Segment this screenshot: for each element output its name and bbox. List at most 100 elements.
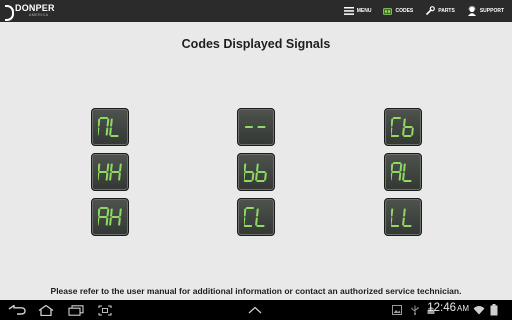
- recent-apps-button[interactable]: [68, 300, 84, 320]
- segment-digit: [402, 208, 412, 227]
- code-tile[interactable]: AH: [91, 198, 129, 236]
- segment: [391, 171, 400, 173]
- segment: [98, 118, 101, 127]
- segment: [98, 172, 100, 181]
- segment: [98, 163, 101, 172]
- notification-usb[interactable]: [410, 300, 420, 320]
- segment: [244, 180, 253, 182]
- nav-codes-button[interactable]: CODES: [377, 0, 419, 22]
- code-tile[interactable]: bb: [237, 153, 275, 191]
- segment: [98, 171, 107, 173]
- segment: [109, 172, 112, 181]
- page-title: Codes Displayed Signals: [181, 37, 331, 51]
- screenshot-icon: [98, 304, 112, 316]
- logo-mark-icon: [5, 5, 14, 21]
- segment: [244, 217, 246, 226]
- nav-menu-button[interactable]: MENU: [338, 0, 378, 22]
- segment: [404, 126, 413, 128]
- clock[interactable]: 12:46AM: [427, 302, 469, 314]
- code-display: [98, 207, 122, 226]
- code-display: [391, 117, 414, 137]
- code-tile[interactable]: CL: [237, 198, 275, 236]
- nav-support-button[interactable]: SUPPORT: [461, 0, 510, 22]
- battery-icon: [490, 304, 498, 316]
- code-tile[interactable]: NL: [91, 108, 129, 146]
- segment: [105, 172, 109, 181]
- segment: [99, 117, 108, 119]
- segment: [256, 225, 265, 227]
- logo-subtitle: AMERICA: [29, 13, 49, 18]
- code-tile[interactable]: HH: [91, 153, 129, 191]
- battery-status[interactable]: [490, 300, 498, 320]
- segment: [118, 172, 121, 181]
- nav-menu-label: MENU: [356, 8, 372, 14]
- code-display: [98, 163, 122, 181]
- clock-time: 12:46: [427, 302, 456, 314]
- segment: [398, 172, 402, 181]
- codes-icon: [383, 7, 393, 15]
- segment: [391, 225, 400, 227]
- segment-digit: [391, 208, 400, 227]
- recent-apps-icon: [68, 304, 84, 316]
- code-tile[interactable]: --: [237, 108, 275, 146]
- segment: [106, 163, 110, 172]
- home-button[interactable]: [38, 300, 54, 320]
- code-display: [244, 163, 267, 182]
- system-nav-bar: 12:46AM: [0, 300, 512, 320]
- segment: [98, 208, 101, 217]
- wrench-icon: [426, 6, 436, 16]
- donper-logo[interactable]: DONPER AMERICA: [5, 4, 55, 21]
- segment: [403, 225, 412, 227]
- segment: [106, 118, 110, 127]
- nav-codes-label: CODES: [395, 8, 414, 14]
- segment: [109, 217, 112, 226]
- segment: [392, 117, 401, 119]
- segment: [110, 208, 113, 217]
- segment: [402, 127, 405, 136]
- nav-parts-label: PARTS: [438, 8, 455, 14]
- wifi-icon: [473, 306, 485, 315]
- segment: [119, 208, 122, 217]
- nav-parts-button[interactable]: PARTS: [419, 0, 461, 22]
- segment: [391, 217, 393, 226]
- segment: [257, 171, 266, 173]
- segment: [391, 163, 394, 172]
- segment: [391, 208, 394, 217]
- segment: [255, 217, 258, 226]
- segment: [402, 172, 405, 181]
- segment: [244, 208, 247, 217]
- segment: [244, 126, 253, 128]
- code-tile[interactable]: AL: [384, 153, 422, 191]
- code-tile[interactable]: LL: [384, 198, 422, 236]
- segment: [256, 180, 265, 182]
- segment: [251, 172, 255, 181]
- segment-digit: [98, 207, 110, 226]
- back-icon: [8, 305, 26, 315]
- segment: [111, 216, 120, 218]
- segment: [110, 163, 113, 172]
- code-display: [244, 126, 266, 128]
- segment: [111, 171, 120, 173]
- codes-grid: NL -- Cb HH bb AL AH CL LL: [0, 108, 512, 238]
- segment-digit: [98, 117, 110, 136]
- segment-digit: [255, 163, 267, 182]
- notification-gallery[interactable]: [392, 300, 402, 320]
- segment: [264, 172, 267, 181]
- segment: [403, 135, 412, 137]
- segment: [391, 172, 393, 181]
- segment-digit: [255, 208, 265, 227]
- back-button[interactable]: [8, 300, 26, 320]
- segment: [110, 135, 119, 137]
- segment-digit: [109, 208, 122, 226]
- wifi-status[interactable]: [473, 300, 485, 320]
- segment: [110, 118, 113, 127]
- segment: [245, 207, 254, 209]
- code-tile[interactable]: Cb: [384, 108, 422, 146]
- show-more-button[interactable]: [248, 300, 262, 320]
- segment-digit: [109, 163, 122, 181]
- segment: [105, 127, 109, 136]
- screenshot-button[interactable]: [98, 300, 112, 320]
- home-icon: [38, 304, 54, 316]
- segment: [403, 163, 406, 172]
- segment-digit: [391, 162, 403, 181]
